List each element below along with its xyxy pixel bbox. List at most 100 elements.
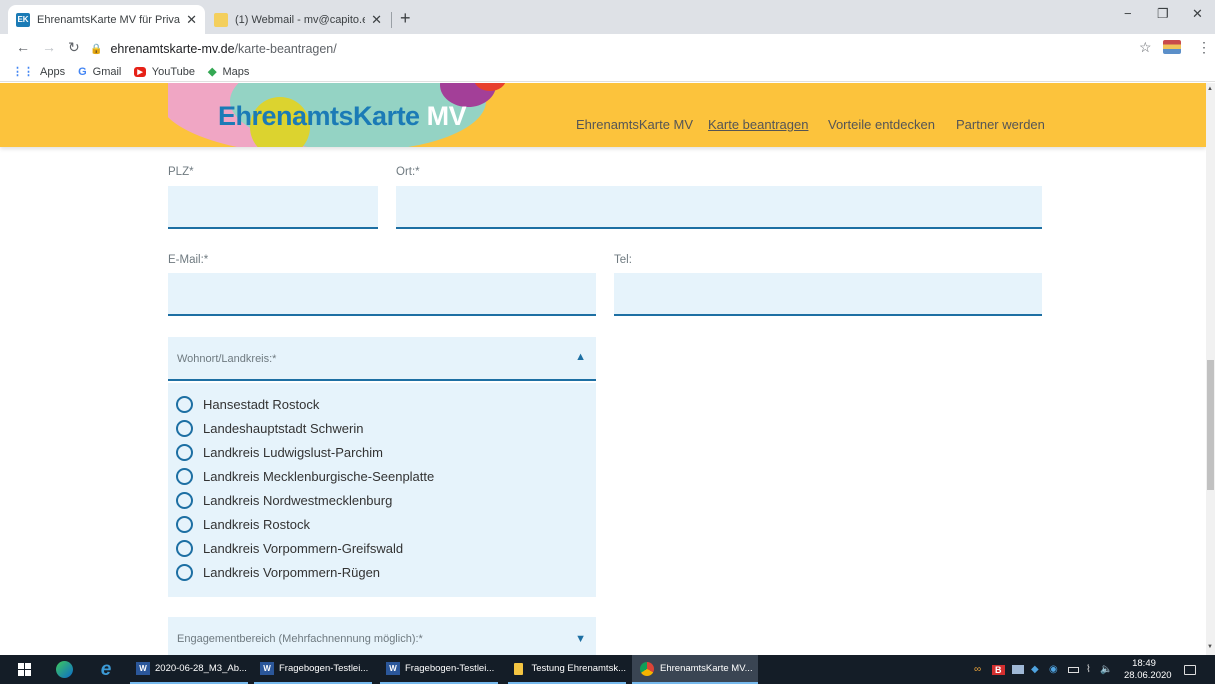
close-tab-icon[interactable]: ✕: [371, 12, 382, 28]
scroll-down-arrow-icon[interactable]: ▼: [1207, 644, 1213, 650]
wohnort-select[interactable]: Wohnort/Landkreis:* ▲: [168, 337, 596, 381]
tab-title: (1) Webmail - mv@capito.eu: [235, 13, 366, 26]
scroll-up-arrow-icon[interactable]: ▲: [1207, 86, 1213, 92]
scrollbar-thumb[interactable]: [1207, 360, 1214, 490]
taskbar-item-label: Fragebogen-Testlei...: [279, 663, 369, 674]
option-schwerin[interactable]: Landeshauptstadt Schwerin: [176, 420, 363, 437]
bookmark-apps[interactable]: ⋮⋮ Apps: [12, 65, 65, 79]
address-bar[interactable]: 🔒 ehrenamtskarte-mv.de/karte-beantragen/: [90, 38, 1150, 60]
option-nordwestmecklenburg[interactable]: Landkreis Nordwestmecklenburg: [176, 492, 392, 509]
bookmark-star-icon[interactable]: ☆: [1139, 39, 1152, 56]
edge-icon: [55, 661, 73, 678]
internet-explorer-icon: e: [100, 658, 112, 680]
radio-button[interactable]: [176, 420, 193, 437]
mail-folder-icon: [214, 12, 228, 27]
option-vorpommern-ruegen[interactable]: Landkreis Vorpommern-Rügen: [176, 564, 380, 581]
logo-text: EhrenamtsKarte MV: [218, 101, 467, 132]
option-mecklenburgische-seenplatte[interactable]: Landkreis Mecklenburgische-Seenplatte: [176, 468, 434, 485]
taskbar-item-word-3[interactable]: W Fragebogen-Testlei...: [380, 655, 498, 684]
tab-separator: [391, 12, 392, 28]
engagement-select[interactable]: Engagementbereich (Mehrfachnennung mögli…: [168, 617, 596, 655]
radio-button[interactable]: [176, 492, 193, 509]
taskbar-item-folder[interactable]: Testung Ehrenamtsk...: [508, 655, 626, 684]
tel-input[interactable]: [614, 273, 1042, 316]
clock-time: 18:49: [1132, 658, 1156, 669]
nav-partner-werden[interactable]: Partner werden: [956, 117, 1045, 132]
forward-arrow-icon[interactable]: →: [42, 39, 56, 55]
word-icon: W: [386, 662, 400, 675]
tray-app-icon[interactable]: ∞: [974, 655, 981, 684]
edge-button[interactable]: [52, 655, 76, 684]
taskbar-item-chrome[interactable]: EhrenamtsKarte MV...: [632, 655, 758, 684]
menu-kebab-icon[interactable]: ⋮: [1197, 39, 1211, 56]
internet-explorer-button[interactable]: e: [94, 655, 118, 684]
windows-taskbar: e W 2020-06-28_M3_Ab... W Fragebogen-Tes…: [0, 655, 1215, 684]
email-input[interactable]: [168, 273, 596, 316]
chrome-icon: [640, 661, 654, 676]
option-vorpommern-greifswald[interactable]: Landkreis Vorpommern-Greifswald: [176, 540, 403, 557]
apps-grid-icon: ⋮⋮: [12, 66, 34, 78]
wifi-icon[interactable]: ⌇: [1086, 655, 1091, 684]
engagement-label: Engagementbereich (Mehrfachnennung mögli…: [177, 633, 423, 645]
taskbar-item-word-1[interactable]: W 2020-06-28_M3_Ab...: [130, 655, 248, 684]
wohnort-options: Hansestadt Rostock Landeshauptstadt Schw…: [168, 383, 596, 597]
lock-icon: 🔒: [90, 43, 103, 55]
option-label: Landkreis Rostock: [203, 517, 310, 532]
option-label: Hansestadt Rostock: [203, 397, 320, 412]
restore-button[interactable]: ❐: [1157, 6, 1169, 22]
radio-button[interactable]: [176, 468, 193, 485]
plz-input[interactable]: [168, 186, 378, 229]
option-label: Landkreis Vorpommern-Rügen: [203, 565, 381, 580]
browser-tab-strip: EK EhrenamtsKarte MV für Privatper ✕ (1)…: [0, 0, 1215, 34]
option-label: Landkreis Ludwigslust-Parchim: [203, 445, 383, 460]
bookmark-maps[interactable]: ◆ Maps: [208, 65, 250, 79]
radio-button[interactable]: [176, 564, 193, 581]
close-window-button[interactable]: ✕: [1192, 6, 1203, 22]
radio-button[interactable]: [176, 540, 193, 557]
site-logo[interactable]: EhrenamtsKarte MV: [168, 83, 508, 147]
url-host: ehrenamtskarte-mv.de: [110, 42, 235, 56]
tray-shield-icon[interactable]: ◆: [1031, 655, 1039, 684]
extension-icon[interactable]: [1163, 40, 1181, 54]
tab-webmail[interactable]: (1) Webmail - mv@capito.eu ✕: [206, 5, 390, 34]
email-label: E-Mail:*: [168, 254, 209, 266]
option-hansestadt-rostock[interactable]: Hansestadt Rostock: [176, 396, 319, 413]
option-landkreis-rostock[interactable]: Landkreis Rostock: [176, 516, 310, 533]
bookmarks-bar: ⋮⋮ Apps G Gmail ▶ YouTube ◆ Maps: [0, 62, 1215, 82]
nav-vorteile-entdecken[interactable]: Vorteile entdecken: [828, 117, 935, 132]
bookmark-youtube[interactable]: ▶ YouTube: [134, 66, 195, 78]
nav-karte-beantragen[interactable]: Karte beantragen: [708, 117, 808, 132]
ort-label: Ort:*: [396, 166, 420, 178]
tray-sync-icon[interactable]: ◉: [1049, 655, 1058, 684]
logo-word: EhrenamtsKarte: [218, 101, 420, 131]
radio-button[interactable]: [176, 396, 193, 413]
wohnort-label: Wohnort/Landkreis:*: [177, 353, 277, 365]
back-arrow-icon[interactable]: ←: [16, 39, 30, 55]
minimize-button[interactable]: −: [1124, 6, 1132, 21]
logo-mv: MV: [426, 101, 467, 131]
option-label: Landeshauptstadt Schwerin: [203, 421, 364, 436]
start-button[interactable]: [12, 655, 36, 684]
close-tab-icon[interactable]: ✕: [186, 12, 197, 28]
tab-ehrenamtskarte[interactable]: EK EhrenamtsKarte MV für Privatper ✕: [8, 5, 205, 34]
option-ludwigslust-parchim[interactable]: Landkreis Ludwigslust-Parchim: [176, 444, 383, 461]
tel-label: Tel:: [614, 254, 632, 266]
taskbar-clock[interactable]: 18:49 28.06.2020: [1124, 658, 1172, 682]
tray-b-icon[interactable]: B: [992, 655, 1005, 684]
reload-icon[interactable]: ↻: [68, 39, 80, 56]
volume-icon[interactable]: 🔈: [1100, 655, 1112, 684]
battery-icon[interactable]: [1068, 655, 1079, 684]
windows-logo-icon: [17, 663, 31, 676]
new-tab-button[interactable]: +: [400, 8, 411, 29]
nav-ehrenamtskarte-mv[interactable]: EhrenamtsKarte MV: [576, 117, 693, 132]
bookmark-label: Maps: [222, 65, 250, 78]
taskbar-item-word-2[interactable]: W Fragebogen-Testlei...: [254, 655, 372, 684]
notification-center-icon[interactable]: [1184, 655, 1196, 684]
word-icon: W: [260, 662, 274, 675]
bookmark-gmail[interactable]: G Gmail: [78, 66, 121, 78]
page-scrollbar[interactable]: ▲ ▼: [1206, 83, 1215, 655]
radio-button[interactable]: [176, 444, 193, 461]
ort-input[interactable]: [396, 186, 1042, 229]
radio-button[interactable]: [176, 516, 193, 533]
tray-network-drive-icon[interactable]: [1012, 655, 1024, 684]
